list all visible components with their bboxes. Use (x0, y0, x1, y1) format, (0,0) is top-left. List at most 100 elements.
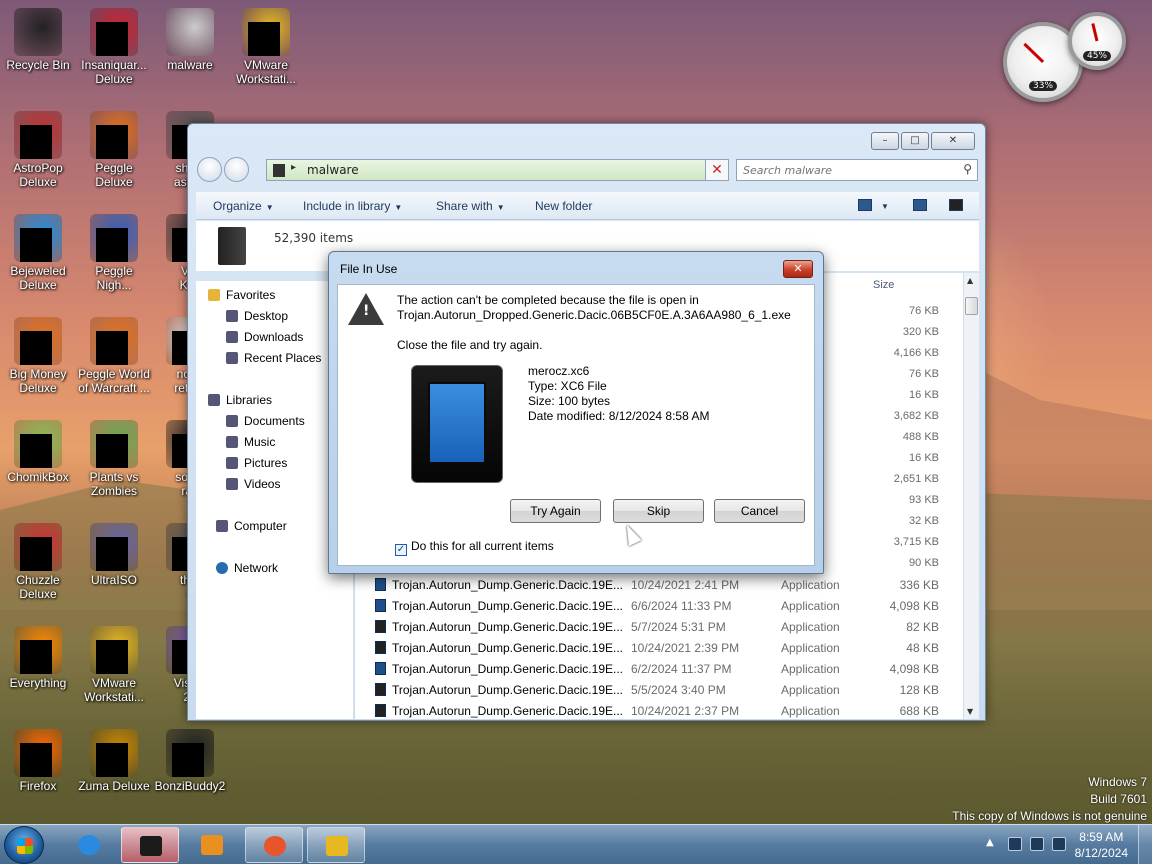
scroll-up-icon[interactable]: ▲ (967, 276, 973, 285)
new-folder-button[interactable]: New folder (535, 199, 592, 213)
column-header-size[interactable]: Size (873, 279, 894, 291)
desktop-icon[interactable]: Bejeweled Deluxe (0, 214, 76, 292)
nav-documents[interactable]: Documents (226, 414, 305, 428)
address-bar[interactable]: ▸ malware ▼ (266, 159, 729, 181)
nav-computer[interactable]: Computer (216, 519, 287, 533)
date-cell: 6/6/2024 11:33 PM (631, 599, 732, 613)
forward-button[interactable] (224, 157, 249, 182)
warning-icon (348, 293, 384, 325)
table-row[interactable]: Trojan.Autorun_Dump.Generic.Dacic.19E...… (355, 617, 963, 637)
checkmark-icon[interactable]: ✓ (395, 544, 407, 556)
search-icon[interactable]: ⚲ (963, 162, 972, 176)
desktop-icon[interactable]: Plants vs Zombies (76, 420, 152, 498)
search-input[interactable] (737, 160, 947, 180)
dialog-close-button[interactable]: ✕ (783, 260, 813, 278)
back-button[interactable] (197, 157, 222, 182)
minimize-button[interactable]: – (871, 132, 899, 150)
desktop-icon[interactable]: ChomikBox (0, 420, 76, 484)
view-dropdown-icon[interactable]: ▼ (881, 202, 889, 211)
desktop-icon[interactable]: Chuzzle Deluxe (0, 523, 76, 601)
maximize-button[interactable]: □ (901, 132, 929, 150)
table-row[interactable]: Trojan.Autorun_Dump.Generic.Dacic.19E...… (355, 701, 963, 721)
nav-music[interactable]: Music (226, 435, 275, 449)
volume-icon[interactable] (1052, 837, 1066, 851)
folder-icon (140, 836, 162, 856)
tray-up-arrow-icon[interactable]: ▲ (986, 837, 1000, 851)
cancel-button[interactable]: Cancel (714, 499, 805, 523)
scroll-down-icon[interactable]: ▼ (967, 707, 973, 716)
app-icon (90, 729, 138, 777)
preview-pane-icon[interactable] (913, 199, 927, 211)
desktop-icon[interactable]: malware (152, 8, 228, 72)
taskbar-internet-explorer[interactable] (60, 827, 118, 863)
file-name-cell: Trojan.Autorun_Dump.Generic.Dacic.19E... (392, 641, 623, 655)
type-cell: Application (781, 641, 840, 655)
windows-watermark: Windows 7 Build 7601 This copy of Window… (952, 774, 1147, 825)
show-desktop-button[interactable] (1138, 825, 1152, 864)
share-with-menu[interactable]: Share with ▼ (436, 199, 505, 213)
help-icon[interactable] (949, 199, 963, 211)
skip-button[interactable]: Skip (613, 499, 704, 523)
music-icon (226, 436, 238, 448)
desktop-icon[interactable]: BonziBuddy2 (152, 729, 228, 793)
desktop-icon[interactable]: VMware Workstati... (228, 8, 304, 86)
taskbar-clock[interactable]: 8:59 AM 8/12/2024 (1075, 829, 1128, 861)
refresh-stop-button[interactable]: ✕ (705, 159, 729, 181)
table-row[interactable]: Trojan.Autorun_Dump.Generic.Dacic.19E...… (355, 596, 963, 616)
nav-libraries[interactable]: Libraries (208, 393, 272, 407)
action-center-icon[interactable] (1008, 837, 1022, 851)
app-icon (14, 420, 62, 468)
try-again-button[interactable]: Try Again (510, 499, 601, 523)
desktop-icon[interactable]: Peggle Deluxe (76, 111, 152, 189)
start-button[interactable] (4, 826, 44, 864)
nav-favorites[interactable]: Favorites (208, 288, 275, 302)
desktop-icon[interactable]: VMware Workstati... (76, 626, 152, 704)
table-row[interactable]: Trojan.Autorun_Dump.Generic.Dacic.19E...… (355, 680, 963, 700)
nav-network[interactable]: Network (216, 561, 278, 575)
desktop-icon-label: Everything (9, 676, 67, 690)
desktop-icon[interactable]: Peggle Nigh... (76, 214, 152, 292)
table-row[interactable]: Trojan.Autorun_Dump.Generic.Dacic.19E...… (355, 575, 963, 595)
taskbar-vmware[interactable] (307, 827, 365, 863)
apply-to-all-checkbox[interactable]: ✓ Do this for all current items (395, 539, 554, 556)
desktop-icon[interactable]: Recycle Bin (0, 8, 76, 72)
desktop-icon[interactable]: Insaniquar... Deluxe (76, 8, 152, 86)
taskbar-explorer-active[interactable] (121, 827, 179, 863)
desktop-icon[interactable]: Zuma Deluxe (76, 729, 152, 793)
network-status-icon[interactable] (1030, 837, 1044, 851)
nav-desktop[interactable]: Desktop (226, 309, 288, 323)
scrollbar-thumb[interactable] (965, 297, 978, 315)
nav-label: Desktop (244, 309, 289, 323)
desktop-icon[interactable]: Peggle World of Warcraft ... (76, 317, 152, 395)
desktop-icon[interactable]: Firefox (0, 729, 76, 793)
desktop-icon-label: AstroPop Deluxe (13, 161, 63, 189)
nav-recent-places[interactable]: Recent Places (226, 351, 321, 365)
memory-gauge-gadget[interactable]: 45% (1068, 12, 1126, 70)
type-cell: Application (781, 704, 840, 718)
breadcrumb-arrow-icon[interactable]: ▸ (291, 162, 296, 173)
table-row[interactable]: Trojan.Autorun_Dump.Generic.Dacic.19E...… (355, 638, 963, 658)
close-button[interactable]: ✕ (931, 132, 975, 150)
desktop-icon[interactable]: Big Money Deluxe (0, 317, 76, 395)
message-line: Trojan.Autorun_Dropped.Generic.Dacic.06B… (397, 308, 791, 322)
vertical-scrollbar[interactable]: ▲ ▼ (963, 273, 979, 719)
search-box[interactable]: ⚲ (736, 159, 978, 181)
organize-menu[interactable]: Organize ▼ (213, 199, 274, 213)
desktop-icon[interactable]: UltraISO (76, 523, 152, 587)
app-icon (14, 8, 62, 56)
nav-downloads[interactable]: Downloads (226, 330, 303, 344)
taskbar-firefox[interactable] (245, 827, 303, 863)
table-row[interactable]: Trojan.Autorun_Dump.Generic.Dacic.19E...… (355, 659, 963, 679)
include-in-library-menu[interactable]: Include in library ▼ (303, 199, 402, 213)
app-icon (14, 729, 62, 777)
recent-places-icon (226, 352, 238, 364)
nav-pictures[interactable]: Pictures (226, 456, 287, 470)
app-icon (90, 626, 138, 674)
desktop-icon[interactable]: Everything (0, 626, 76, 690)
nav-videos[interactable]: Videos (226, 477, 280, 491)
desktop-icon-label: UltraISO (90, 573, 137, 587)
taskbar-media-player[interactable] (183, 827, 241, 863)
star-icon (208, 289, 220, 301)
desktop-icon[interactable]: AstroPop Deluxe (0, 111, 76, 189)
change-view-icon[interactable] (858, 199, 872, 211)
